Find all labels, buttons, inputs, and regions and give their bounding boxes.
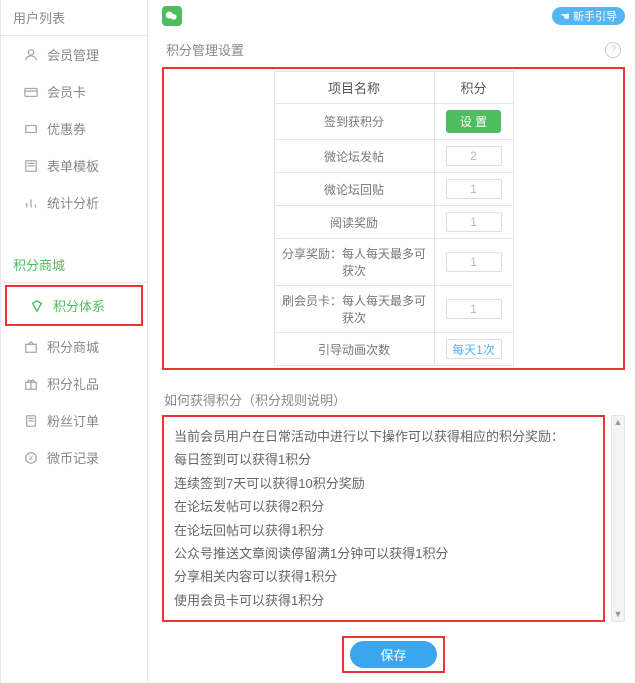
save-button[interactable]: 保存 xyxy=(350,641,436,668)
col-name: 项目名称 xyxy=(274,72,434,104)
points-input[interactable] xyxy=(446,339,502,359)
table-row: 微论坛发帖 xyxy=(274,140,513,173)
rules-textarea[interactable]: 当前会员用户在日常活动中进行以下操作可以获得相应的积分奖励： 每日签到可以获得1… xyxy=(162,415,605,622)
sidebar-item-points-system[interactable]: 积分体系 xyxy=(7,287,141,324)
points-settings-table: 项目名称 积分 签到获积分设 置 微论坛发帖 微论坛回贴 阅读奖励 分享奖励：每… xyxy=(274,71,514,366)
sidebar-item-label: 会员管理 xyxy=(47,45,99,64)
gift-icon xyxy=(23,376,39,392)
scroll-thumb[interactable] xyxy=(614,429,622,608)
table-row: 签到获积分设 置 xyxy=(274,104,513,140)
table-row: 阅读奖励 xyxy=(274,206,513,239)
highlight-marker: 积分体系 xyxy=(5,285,143,326)
user-icon xyxy=(23,47,39,63)
save-highlight: 保存 xyxy=(342,636,444,673)
scrollbar[interactable]: ▲ ▼ xyxy=(611,415,625,622)
table-row: 引导动画次数 xyxy=(274,333,513,366)
sidebar-section-users: 用户列表 xyxy=(1,0,147,36)
settings-highlight: 项目名称 积分 签到获积分设 置 微论坛发帖 微论坛回贴 阅读奖励 分享奖励：每… xyxy=(162,67,625,370)
rule-line: 在论坛回帖可以获得1积分 xyxy=(174,519,593,542)
sidebar-item-points-gift[interactable]: 积分礼品 xyxy=(1,365,147,402)
col-points: 积分 xyxy=(434,72,513,104)
rule-line: 使用会员卡可以获得1积分 xyxy=(174,589,593,612)
sidebar-item-label: 粉丝订单 xyxy=(47,411,99,430)
sidebar-item-member-manage[interactable]: 会员管理 xyxy=(1,36,147,73)
form-icon xyxy=(23,158,39,174)
sidebar-item-form-template[interactable]: 表单模板 xyxy=(1,147,147,184)
sidebar-item-points-mall[interactable]: 积分商城 xyxy=(1,328,147,365)
sidebar-item-coin-records[interactable]: ¥ 微币记录 xyxy=(1,439,147,476)
sidebar-section-mall: 积分商城 xyxy=(1,247,147,283)
rule-line: 连续签到7天可以获得10积分奖励 xyxy=(174,472,593,495)
sidebar: 用户列表 会员管理 会员卡 优惠券 表单模板 统计分析 积分商城 积分体系 xyxy=(0,0,148,683)
order-icon xyxy=(23,413,39,429)
mall-icon xyxy=(23,339,39,355)
scroll-down-icon[interactable]: ▼ xyxy=(614,610,623,619)
sidebar-item-coupon[interactable]: 优惠券 xyxy=(1,110,147,147)
sidebar-item-label: 优惠券 xyxy=(47,119,86,138)
table-row: 分享奖励：每人每天最多可获次 xyxy=(274,239,513,286)
points-input[interactable] xyxy=(446,179,502,199)
points-input[interactable] xyxy=(446,299,502,319)
rule-line: 分享相关内容可以获得1积分 xyxy=(174,565,593,588)
sidebar-item-label: 积分体系 xyxy=(53,296,105,315)
table-row: 微论坛回贴 xyxy=(274,173,513,206)
rule-line: 在论坛发帖可以获得2积分 xyxy=(174,495,593,518)
sidebar-item-fan-orders[interactable]: 粉丝订单 xyxy=(1,402,147,439)
wechat-icon xyxy=(162,6,182,26)
rules-title: 如何获得积分（积分规则说明） xyxy=(162,384,625,415)
table-row: 刷会员卡：每人每天最多可获次 xyxy=(274,286,513,333)
rule-line: 每日签到可以获得1积分 xyxy=(174,448,593,471)
rule-line: 当前会员用户在日常活动中进行以下操作可以获得相应的积分奖励： xyxy=(174,425,593,448)
svg-text:¥: ¥ xyxy=(29,455,33,462)
sidebar-item-member-card[interactable]: 会员卡 xyxy=(1,73,147,110)
diamond-icon xyxy=(29,298,45,314)
panel-title: 积分管理设置 xyxy=(166,40,244,59)
sidebar-item-label: 表单模板 xyxy=(47,156,99,175)
scroll-up-icon[interactable]: ▲ xyxy=(614,418,623,427)
ticket-icon xyxy=(23,121,39,137)
beginner-guide-button[interactable]: ☚ 新手引导 xyxy=(552,7,625,25)
sidebar-item-label: 统计分析 xyxy=(47,193,99,212)
points-input[interactable] xyxy=(446,252,502,272)
sidebar-item-label: 积分礼品 xyxy=(47,374,99,393)
sidebar-item-analytics[interactable]: 统计分析 xyxy=(1,184,147,221)
points-input[interactable] xyxy=(446,146,502,166)
setup-button[interactable]: 设 置 xyxy=(446,110,501,133)
help-icon[interactable]: ? xyxy=(605,42,621,58)
chart-icon xyxy=(23,195,39,211)
hand-icon: ☚ xyxy=(560,10,570,23)
coin-icon: ¥ xyxy=(23,450,39,466)
sidebar-item-label: 积分商城 xyxy=(47,337,99,356)
card-icon xyxy=(23,84,39,100)
points-input[interactable] xyxy=(446,212,502,232)
main-panel: ☚ 新手引导 积分管理设置 ? 项目名称 积分 签到获积分设 置 微论坛发帖 微… xyxy=(148,0,635,683)
rule-line: 公众号推送文章阅读停留满1分钟可以获得1积分 xyxy=(174,542,593,565)
sidebar-item-label: 会员卡 xyxy=(47,82,86,101)
sidebar-item-label: 微币记录 xyxy=(47,448,99,467)
